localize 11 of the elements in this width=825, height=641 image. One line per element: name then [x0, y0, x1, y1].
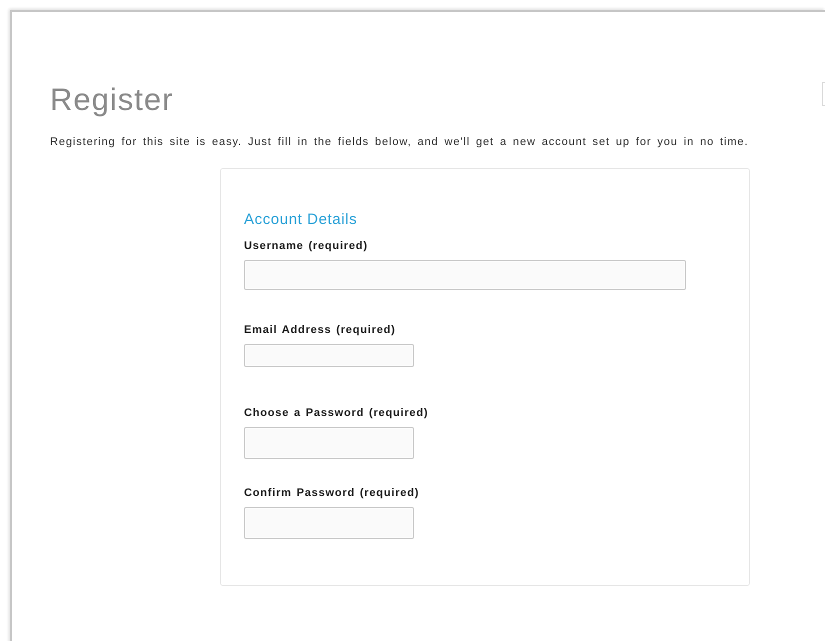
- input-field[interactable]: [244, 507, 414, 539]
- input-field[interactable]: [244, 427, 414, 459]
- section-heading: Account Details: [244, 211, 358, 228]
- page-title: Register: [50, 82, 174, 118]
- field-label: Choose a Password (required): [244, 407, 428, 419]
- input-field[interactable]: [244, 260, 686, 290]
- field-label: Confirm Password (required): [244, 487, 420, 499]
- input-field[interactable]: [244, 344, 414, 367]
- field-label: Email Address (required): [244, 324, 396, 336]
- field-label: Username (required): [244, 240, 368, 252]
- intro-text: Registering for this site is easy. Just fill in the fields below, and we'll get a new account set up for you in no time.: [50, 136, 750, 148]
